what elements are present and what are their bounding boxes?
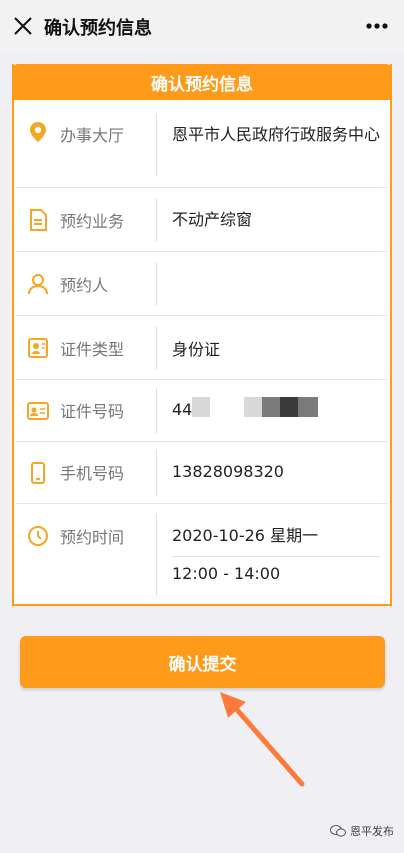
id-number-label: 证件号码 <box>60 402 125 421</box>
row-service-hall: 办事大厅 恩平市人民政府行政服务中心 <box>16 100 388 188</box>
id-card-icon <box>28 338 48 358</box>
id-type-label: 证件类型 <box>60 340 125 359</box>
wechat-icon <box>330 825 346 837</box>
phone-icon <box>31 462 45 484</box>
phone-label: 手机号码 <box>60 464 125 483</box>
divider <box>156 388 157 434</box>
divider <box>156 198 157 242</box>
phone-value: 13828098320 <box>172 462 284 481</box>
redaction-block <box>298 397 318 417</box>
redaction-block <box>244 397 262 417</box>
arrow-annotation-icon <box>220 692 305 787</box>
row-id-type: 证件类型 身份证 <box>16 316 388 380</box>
row-applicant: 预约人 <box>16 252 388 316</box>
watermark: 恩平发布 <box>330 823 394 839</box>
redaction-block <box>192 397 210 417</box>
location-pin-icon <box>30 122 46 142</box>
id-number-card-icon <box>27 402 49 420</box>
clock-icon <box>28 526 48 546</box>
row-business-type: 预约业务 不动产综窗 <box>16 188 388 252</box>
applicant-label: 预约人 <box>60 276 109 295</box>
service-hall-label: 办事大厅 <box>60 126 125 145</box>
appointment-time-slot: 12:00 - 14:00 <box>172 564 281 583</box>
appointment-date: 2020-10-26 星期一 <box>172 526 319 545</box>
appointment-details: 办事大厅 恩平市人民政府行政服务中心 预约业务 不动产综窗 预约人 证件类型 身… <box>16 100 388 604</box>
page-title: 确认预约信息 <box>44 18 152 39</box>
divider <box>156 114 157 176</box>
divider <box>156 326 157 370</box>
redaction-block <box>280 397 298 417</box>
id-type-value: 身份证 <box>172 340 221 359</box>
business-type-label: 预约业务 <box>60 212 125 231</box>
divider <box>156 450 157 496</box>
service-hall-value: 恩平市人民政府行政服务中心 <box>172 125 381 144</box>
document-icon <box>30 209 47 231</box>
watermark-text: 恩平发布 <box>350 825 394 838</box>
redaction-block <box>262 397 280 417</box>
row-appointment-time: 预约时间 2020-10-26 星期一 12:00 - 14:00 <box>16 504 388 604</box>
divider <box>156 262 157 306</box>
confirm-submit-button[interactable]: 确认提交 <box>20 636 385 688</box>
row-id-number: 证件号码 44 <box>16 380 388 442</box>
divider <box>156 514 157 596</box>
business-type-value: 不动产综窗 <box>172 210 253 229</box>
more-options-icon[interactable] <box>364 14 390 38</box>
divider <box>172 556 380 557</box>
card-title: 确认预约信息 <box>12 64 392 100</box>
appointment-time-label: 预约时间 <box>60 528 125 547</box>
person-icon <box>28 274 48 295</box>
top-bar: 确认预约信息 <box>0 0 404 52</box>
row-phone: 手机号码 13828098320 <box>16 442 388 504</box>
close-icon[interactable] <box>12 15 34 37</box>
